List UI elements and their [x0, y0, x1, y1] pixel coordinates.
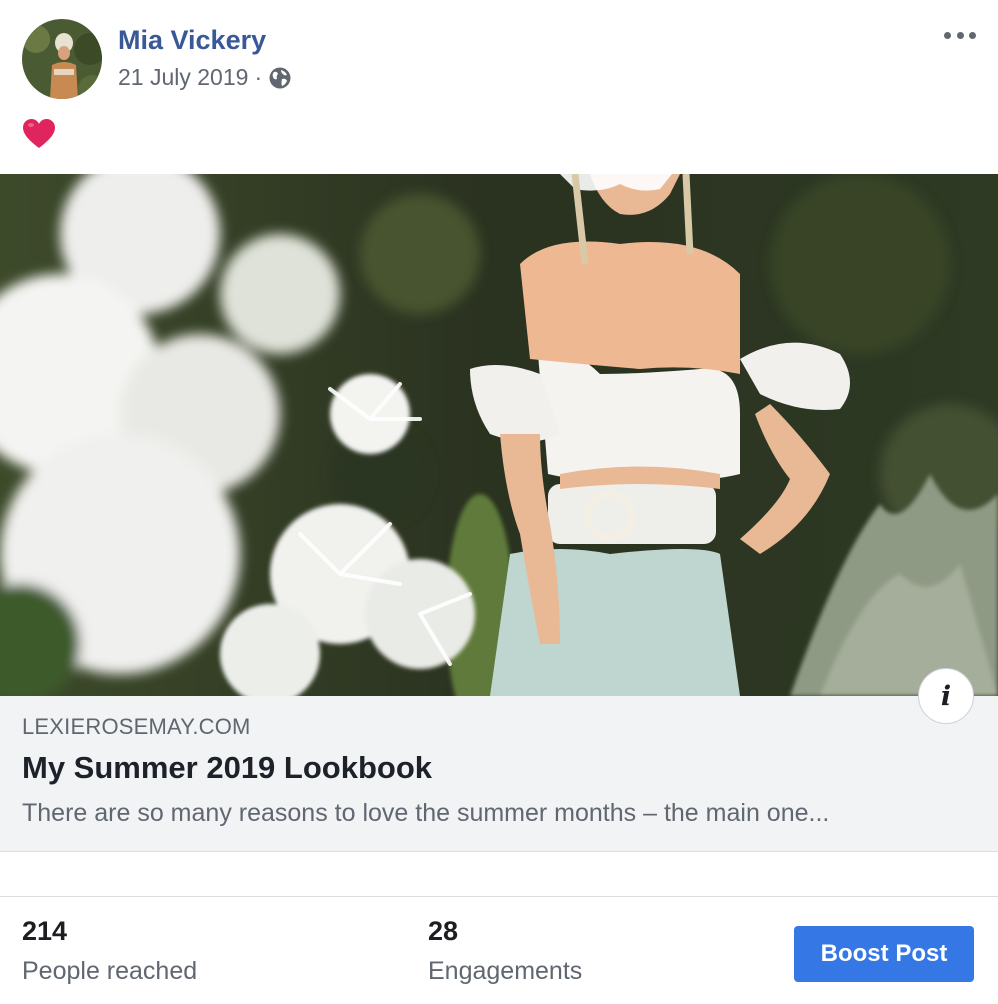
engagements-label: Engagements: [428, 957, 583, 985]
link-title[interactable]: My Summer 2019 Lookbook: [22, 750, 432, 786]
author-avatar[interactable]: [22, 19, 102, 99]
boost-post-button[interactable]: Boost Post: [794, 926, 974, 982]
engagements-value: 28: [428, 916, 459, 946]
link-preview-image[interactable]: [0, 174, 998, 696]
link-domain: LEXIEROSEMAY.COM: [22, 714, 251, 739]
post-header: Mia Vickery 21 July 2019 ·: [0, 0, 998, 110]
globe-icon[interactable]: [268, 66, 292, 90]
post-meta: 21 July 2019 ·: [118, 64, 292, 91]
author-name-link[interactable]: Mia Vickery: [118, 25, 266, 56]
post-message: [22, 118, 56, 157]
insights-divider: [0, 896, 998, 897]
people-reached-value: 214: [22, 916, 68, 946]
people-reached-label: People reached: [22, 957, 198, 985]
more-options-icon[interactable]: [940, 22, 980, 48]
heart-icon: [22, 118, 56, 150]
link-description: There are so many reasons to love the su…: [22, 799, 830, 827]
people-reached-stat: 214 People reached: [22, 916, 197, 986]
link-preview-card[interactable]: LEXIEROSEMAY.COM My Summer 2019 Lookbook…: [0, 696, 998, 852]
avatar-photo: [22, 19, 102, 99]
meta-separator: ·: [254, 64, 263, 90]
engagements-stat: 28 Engagements: [428, 916, 582, 986]
info-icon[interactable]: i: [918, 668, 974, 724]
post-date[interactable]: 21 July 2019: [118, 64, 248, 91]
